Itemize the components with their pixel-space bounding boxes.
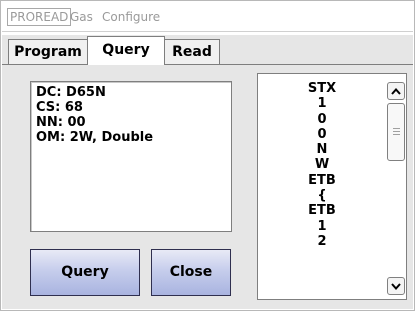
list-item[interactable]: 0 — [258, 112, 386, 127]
menu-item-gas[interactable]: Gas — [70, 9, 93, 25]
menu-item-proread[interactable]: PROREAD — [7, 8, 72, 26]
info-line-cs: CS: 68 — [36, 100, 83, 115]
vertical-scrollbar[interactable] — [386, 74, 406, 299]
list-item[interactable]: 2 — [258, 234, 386, 249]
info-line-nn: NN: 00 — [36, 115, 86, 130]
tab-strip: Program Query Read — [2, 35, 413, 65]
list-item[interactable]: 1 — [258, 219, 386, 234]
info-line-dc: DC: D65N — [36, 85, 106, 100]
tab-program[interactable]: Program — [8, 39, 88, 65]
scroll-thumb[interactable] — [387, 103, 405, 161]
response-listbox[interactable]: STX 1 0 0 N W ETB { ETB 1 2 — [257, 73, 407, 300]
query-button[interactable]: Query — [30, 249, 140, 296]
scroll-down-button[interactable] — [387, 277, 405, 295]
scroll-up-button[interactable] — [387, 82, 405, 100]
info-line-om: OM: 2W, Double — [36, 130, 154, 145]
list-item[interactable]: ETB — [258, 173, 386, 188]
list-item[interactable]: W — [258, 157, 386, 172]
chevron-down-icon — [391, 282, 401, 290]
device-info-box: DC: D65N CS: 68 NN: 00 OM: 2W, Double — [30, 81, 232, 232]
menu-item-configure[interactable]: Configure — [102, 9, 160, 25]
response-list: STX 1 0 0 N W ETB { ETB 1 2 — [258, 81, 386, 249]
menu-bar: PROREAD Gas Configure — [2, 2, 413, 32]
list-item[interactable]: STX — [258, 81, 386, 96]
list-item[interactable]: ETB — [258, 203, 386, 218]
list-item[interactable]: 0 — [258, 127, 386, 142]
list-item[interactable]: { — [258, 188, 386, 203]
close-button[interactable]: Close — [151, 249, 231, 296]
list-item[interactable]: 1 — [258, 96, 386, 111]
list-item[interactable]: N — [258, 142, 386, 157]
app-window: PROREAD Gas Configure Program Query Read… — [0, 0, 415, 311]
tab-query[interactable]: Query — [87, 36, 165, 65]
chevron-up-icon — [391, 87, 401, 95]
tab-read[interactable]: Read — [164, 39, 220, 65]
